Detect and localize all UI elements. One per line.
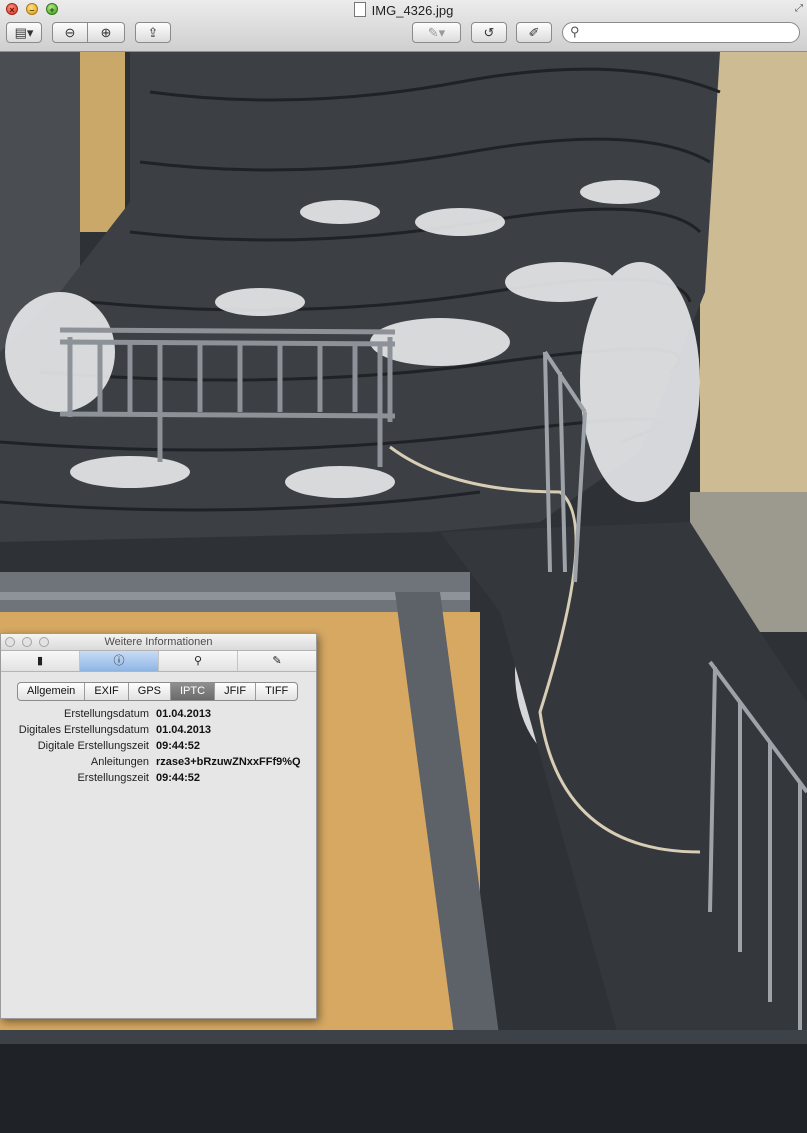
metadata-row: Digitale Erstellungszeit 09:44:52 (1, 738, 318, 754)
rotate-button[interactable]: ↺ (471, 22, 507, 43)
tab-tiff[interactable]: TIFF (256, 683, 297, 700)
tab-iptc[interactable]: IPTC (171, 683, 216, 700)
tab-jfif[interactable]: JFIF (215, 683, 257, 700)
metadata-value: 01.04.2013 (156, 708, 212, 720)
search-icon: ⚲ (570, 24, 580, 39)
document-icon (353, 2, 366, 17)
sidebar-view-button[interactable]: ▤▾ (6, 22, 42, 43)
metadata-label: Digitale Erstellungszeit (37, 740, 149, 752)
metadata-list: Erstellungsdatum 01.04.2013 Digitales Er… (1, 706, 318, 786)
metadata-row: Erstellungszeit 09:44:52 (1, 770, 318, 786)
inspector-close-button[interactable] (5, 637, 15, 647)
document-icon[interactable]: ▮ (1, 651, 80, 671)
inspector-title-bar: Weitere Informationen (1, 634, 316, 651)
tab-gps[interactable]: GPS (129, 683, 171, 700)
metadata-label: Anleitungen (90, 756, 149, 768)
search-field[interactable]: ⚲ (562, 22, 800, 43)
inspector-zoom-button[interactable] (39, 637, 49, 647)
title-bar: × – + IMG_4326.jpg ⤢ ▤▾ ⊖ ⊕ ⇪ ✎▾ ↺ ✐ ⚲ (0, 0, 807, 52)
zoom-in-button[interactable]: ⊕ (87, 22, 125, 43)
tab-allgemein[interactable]: Allgemein (18, 683, 86, 700)
info-icon[interactable]: ⓘ (80, 651, 159, 671)
metadata-row: Erstellungsdatum 01.04.2013 (1, 706, 318, 722)
info-inspector-panel: Weitere Informationen ▮ ⓘ ⚲ ✎ Allgemein … (0, 633, 317, 1019)
magnifier-icon[interactable]: ⚲ (159, 651, 238, 671)
pencil-icon[interactable]: ✎ (238, 651, 316, 671)
inspector-title: Weitere Informationen (104, 636, 213, 648)
metadata-tabs: Allgemein EXIF GPS IPTC JFIF TIFF (17, 682, 299, 701)
metadata-label: Erstellungszeit (77, 772, 149, 784)
metadata-value: 09:44:52 (156, 740, 201, 752)
share-button[interactable]: ⇪ (135, 22, 171, 43)
metadata-value: 01.04.2013 (156, 724, 212, 736)
metadata-row: Digitales Erstellungsdatum 01.04.2013 (1, 722, 318, 738)
metadata-value: rzase3+bRzuwZNxxFFf9%Q (156, 756, 301, 768)
fullscreen-icon[interactable]: ⤢ (795, 3, 803, 14)
search-input[interactable] (583, 24, 792, 42)
tab-exif[interactable]: EXIF (85, 683, 129, 700)
metadata-row: Anleitungen rzase3+bRzuwZNxxFFf9%Q (1, 754, 318, 770)
window-title-text: IMG_4326.jpg (371, 3, 454, 18)
edit-button[interactable]: ✐ (516, 22, 552, 43)
markup-button[interactable]: ✎▾ (412, 22, 461, 43)
zoom-out-button[interactable]: ⊖ (52, 22, 88, 43)
window-title: IMG_4326.jpg (0, 2, 807, 18)
inspector-section-selector: ▮ ⓘ ⚲ ✎ (1, 651, 316, 672)
metadata-value: 09:44:52 (156, 772, 201, 784)
metadata-label: Digitales Erstellungsdatum (18, 724, 149, 736)
inspector-minimize-button[interactable] (22, 637, 32, 647)
metadata-label: Erstellungsdatum (64, 708, 149, 720)
